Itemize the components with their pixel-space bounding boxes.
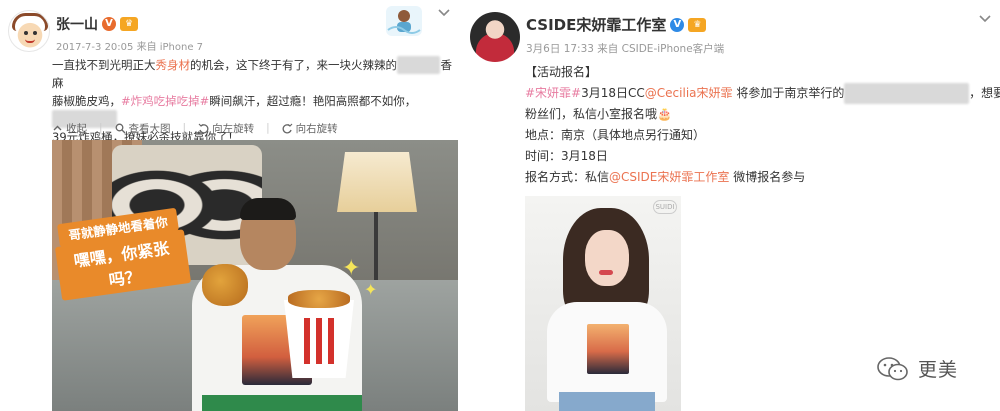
fan-card-icon bbox=[386, 6, 422, 36]
brand-stamp: SUIDI bbox=[653, 200, 677, 214]
rotate-right-icon bbox=[282, 123, 293, 133]
sparkle-icon: ✦ bbox=[342, 256, 361, 281]
view-large-button[interactable]: 查看大图 bbox=[115, 121, 171, 136]
blurred-text: ■■■■ bbox=[397, 56, 441, 74]
post-meta: 2017-7-3 20:05 来自 iPhone 7 bbox=[56, 42, 204, 53]
highlight-word[interactable]: 秀身材 bbox=[156, 58, 191, 72]
watermark: 更美 bbox=[876, 355, 958, 382]
rotate-left-icon bbox=[198, 123, 209, 133]
hashtag-link[interactable]: #炸鸡吃掉吃掉# bbox=[121, 94, 209, 108]
magnify-icon bbox=[115, 123, 126, 133]
post-meta: 3月6日 17:33 来自 CSIDE-iPhone客户端 bbox=[526, 43, 725, 55]
verified-badge-icon: V bbox=[670, 17, 685, 32]
user-avatar[interactable] bbox=[470, 12, 520, 62]
user-name-row: 张一山 V ♛ bbox=[56, 14, 138, 34]
hashtag-link[interactable]: #宋妍霏# bbox=[525, 86, 581, 100]
sparkle-icon: ✦ bbox=[364, 280, 378, 299]
watermark-text: 更美 bbox=[918, 359, 959, 381]
rotate-right-button[interactable]: 向右旋转 bbox=[282, 121, 338, 136]
blurred-text: ■■■■■■■■■■■ bbox=[844, 83, 970, 104]
mention-link[interactable]: @CSIDE宋妍霏工作室 bbox=[609, 170, 729, 184]
user-avatar[interactable] bbox=[8, 10, 50, 52]
chevron-down-icon[interactable] bbox=[437, 8, 451, 18]
emoji-icon: 🎂 bbox=[657, 107, 672, 121]
rotate-left-button[interactable]: 向左旋转 bbox=[198, 121, 254, 136]
left-weibo-post: 张一山 V ♛ 2017-7-3 20:05 来自 iPhone 7 一直找不到… bbox=[0, 0, 458, 411]
mention-link[interactable]: @Cecilia宋妍霏 bbox=[645, 86, 733, 100]
right-weibo-post: CSIDE宋妍霏工作室 V ♛ 3月6日 17:33 来自 CSIDE-iPho… bbox=[466, 0, 1000, 411]
user-name[interactable]: CSIDE宋妍霏工作室 bbox=[526, 14, 666, 35]
verified-badge-icon: V bbox=[102, 17, 116, 31]
post-photo[interactable]: 哥就静静地看着你 嘿嘿，你紧张吗？ ✦ ✦ bbox=[52, 140, 458, 411]
vip-badge-icon: ♛ bbox=[120, 17, 138, 31]
collapse-button[interactable]: 收起 bbox=[52, 121, 87, 136]
image-toolbar: 收起 | 查看大图 | 向左旋转 | 向右旋转 bbox=[52, 118, 338, 138]
collapse-icon bbox=[53, 125, 62, 130]
post-text: 【活动报名】 #宋妍霏#3月18日CC@Cecilia宋妍霏 将参加于南京举行的… bbox=[525, 65, 1000, 184]
chevron-down-icon[interactable] bbox=[978, 14, 992, 24]
wechat-icon bbox=[877, 356, 908, 380]
user-name[interactable]: 张一山 bbox=[56, 14, 98, 34]
post-photo[interactable]: SUIDI bbox=[525, 196, 681, 411]
user-name-row: CSIDE宋妍霏工作室 V ♛ bbox=[526, 14, 707, 35]
vip-badge-icon: ♛ bbox=[688, 17, 707, 32]
